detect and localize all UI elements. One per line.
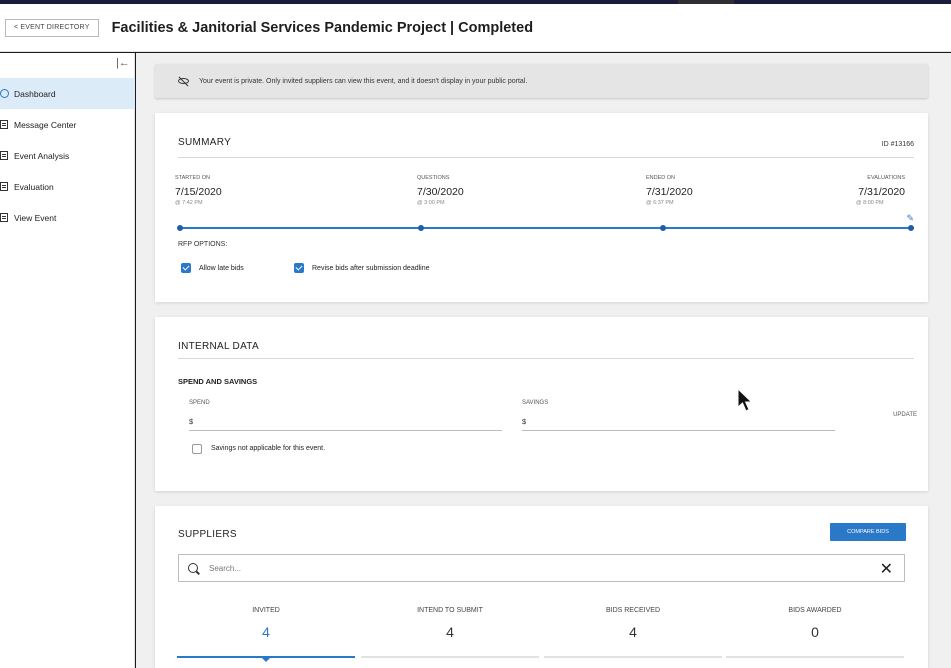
stat-invited[interactable]: INVITED 4: [177, 607, 355, 640]
page-title: Facilities & Janitorial Services Pandemi…: [111, 19, 534, 36]
main-content: Your event is private. Only invited supp…: [136, 53, 951, 668]
compare-bids-button[interactable]: COMPARE BIDS: [830, 523, 906, 541]
stat-label: INTEND TO SUBMIT: [417, 607, 483, 614]
page-header: < EVENT DIRECTORY Facilities & Janitoria…: [0, 4, 951, 52]
sidebar-item-evaluation[interactable]: Evaluation: [0, 171, 135, 202]
stat-label: BIDS AWARDED: [788, 607, 842, 614]
sidebar-item-label: Evaluation: [14, 181, 54, 192]
sidebar-item-label: Event Analysis: [14, 150, 70, 161]
privacy-banner: Your event is private. Only invited supp…: [155, 64, 928, 98]
milestone-ended: ENDED ON 7/31/2020 @ 6:37 PM: [646, 175, 693, 206]
stat-value: 0: [811, 624, 819, 640]
stat-label: INVITED: [252, 607, 280, 614]
spend-savings-heading: SPEND AND SAVINGS: [178, 377, 258, 386]
sidebar-item-dashboard[interactable]: Dashboard: [0, 78, 135, 109]
timeline-dot: [418, 225, 424, 231]
sidebar-item-label: Dashboard: [14, 88, 56, 99]
edit-timeline-icon[interactable]: ✎: [906, 213, 914, 224]
mouse-cursor-icon: [737, 388, 753, 412]
timeline-dot: [660, 225, 666, 231]
milestone-time: @ 6:37 PM: [646, 200, 674, 206]
milestone-evaluations: EVALUATIONS 7/31/2020 @ 8:00 PM: [840, 175, 905, 206]
spend-label: SPEND: [189, 400, 210, 406]
internal-data-card: INTERNAL DATA SPEND AND SAVINGS SPEND $ …: [155, 317, 928, 491]
option-allow-late-bids[interactable]: Allow late bids: [181, 263, 244, 273]
milestone-time: @ 7:42 PM: [175, 200, 203, 206]
milestone-label: STARTED ON: [175, 175, 210, 181]
supplier-search[interactable]: Search... ✕: [178, 554, 905, 582]
spend-input[interactable]: $: [189, 417, 502, 431]
collapse-sidebar-icon[interactable]: |←: [116, 57, 130, 69]
search-input[interactable]: Search...: [209, 564, 241, 573]
milestone-started: STARTED ON 7/15/2020 @ 7:42 PM: [175, 175, 222, 206]
milestone-label: ENDED ON: [646, 175, 676, 181]
privacy-text: Your event is private. Only invited supp…: [199, 77, 528, 85]
message-icon: [0, 120, 8, 129]
close-icon[interactable]: ✕: [880, 559, 893, 579]
tab-underline: [726, 656, 904, 658]
milestone-date: 7/31/2020: [858, 186, 905, 198]
milestone-time: @ 8:00 PM: [856, 200, 884, 206]
savings-input[interactable]: $: [522, 417, 835, 431]
stat-value: 4: [446, 624, 454, 640]
milestone-date: 7/30/2020: [417, 186, 464, 198]
sidebar-item-label: View Event: [14, 212, 57, 223]
milestone-date: 7/31/2020: [646, 186, 693, 198]
update-button[interactable]: UPDATE: [893, 412, 917, 418]
suppliers-card: SUPPLIERS COMPARE BIDS Search... ✕ INVIT…: [155, 506, 928, 668]
stat-value: 4: [262, 624, 270, 640]
sidebar-item-label: Message Center: [14, 119, 77, 130]
savings-na-label: Savings not applicable for this event.: [211, 445, 326, 452]
option-label: Allow late bids: [199, 264, 244, 272]
event-id: ID #13166: [881, 141, 914, 148]
event-directory-button[interactable]: < EVENT DIRECTORY: [5, 18, 99, 37]
evaluation-icon: [0, 182, 8, 191]
milestone-date: 7/15/2020: [175, 186, 222, 198]
milestone-time: @ 3:00 PM: [417, 200, 445, 206]
savings-na-checkbox[interactable]: [192, 444, 202, 454]
checkbox-checked[interactable]: [294, 263, 304, 273]
tab-underline: [544, 656, 722, 658]
stat-bids-received[interactable]: BIDS RECEIVED 4: [544, 607, 722, 640]
timeline-dot: [908, 225, 914, 231]
stat-value: 4: [629, 624, 637, 640]
active-tab-caret: [261, 657, 271, 662]
savings-label: SAVINGS: [522, 400, 549, 406]
suppliers-title: SUPPLIERS: [178, 529, 237, 540]
option-label: Revise bids after submission deadline: [312, 264, 430, 272]
milestone-questions: QUESTIONS 7/30/2020 @ 3:00 PM: [417, 175, 464, 206]
divider: [178, 157, 914, 158]
stat-label: BIDS RECEIVED: [605, 607, 661, 614]
divider: [178, 358, 914, 359]
circle-icon: [0, 89, 9, 98]
eye-off-icon: [178, 76, 189, 87]
analysis-icon: [0, 151, 8, 160]
sidebar-item-view-event[interactable]: View Event: [0, 202, 135, 233]
milestone-label: EVALUATIONS: [867, 175, 905, 181]
rfp-options-label: RFP OPTIONS:: [178, 241, 228, 248]
checkbox-checked[interactable]: [181, 263, 191, 273]
sidebar-nav: Dashboard Message Center Event Analysis …: [0, 78, 135, 233]
summary-card: SUMMARY ID #13166 STARTED ON 7/15/2020 @…: [155, 113, 928, 302]
milestone-label: QUESTIONS: [417, 175, 450, 181]
internal-data-title: INTERNAL DATA: [178, 341, 259, 352]
tab-underline: [361, 656, 539, 658]
summary-title: SUMMARY: [178, 137, 232, 148]
timeline-bar: [177, 225, 914, 231]
sidebar: |← Dashboard Message Center Event Analys…: [0, 53, 135, 668]
document-icon: [0, 213, 8, 222]
search-icon: [188, 563, 198, 573]
sidebar-item-message-center[interactable]: Message Center: [0, 109, 135, 140]
sidebar-item-event-analysis[interactable]: Event Analysis: [0, 140, 135, 171]
stat-intend-to-submit[interactable]: INTEND TO SUBMIT 4: [361, 607, 539, 640]
timeline-dot: [177, 225, 183, 231]
stat-bids-awarded[interactable]: BIDS AWARDED 0: [726, 607, 904, 640]
option-revise-bids[interactable]: Revise bids after submission deadline: [294, 263, 430, 273]
